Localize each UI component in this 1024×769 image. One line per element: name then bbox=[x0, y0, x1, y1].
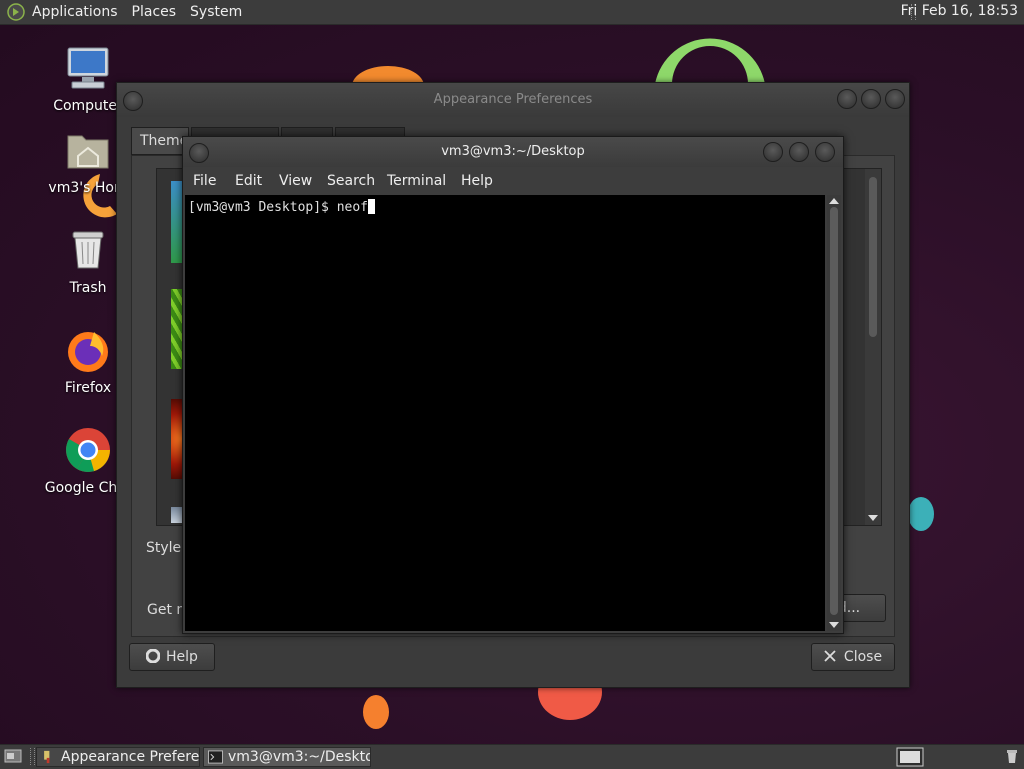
text-cursor bbox=[368, 199, 376, 214]
clock[interactable]: Fri Feb 16, 18:53 bbox=[901, 3, 1018, 19]
close-button-label: Close bbox=[843, 649, 883, 665]
gnome-foot-icon[interactable] bbox=[6, 2, 26, 22]
places-menu[interactable]: Places bbox=[132, 4, 177, 20]
taskbar-appearance-preferences[interactable]: Appearance Prefere... bbox=[36, 747, 200, 767]
scroll-down-arrow-icon[interactable] bbox=[829, 622, 839, 628]
menu-file[interactable]: File bbox=[193, 173, 216, 189]
computer-icon bbox=[67, 47, 109, 89]
bottom-panel: Appearance Prefere... vm3@vm3:~/Desktop bbox=[0, 744, 1024, 769]
task-label: vm3@vm3:~/Desktop bbox=[228, 749, 371, 765]
minimize-button[interactable] bbox=[763, 142, 783, 162]
menu-edit[interactable]: Edit bbox=[235, 173, 262, 189]
menu-view[interactable]: View bbox=[279, 173, 312, 189]
close-x-icon bbox=[824, 650, 836, 662]
terminal-titlebar[interactable]: vm3@vm3:~/Desktop bbox=[183, 137, 843, 167]
appearance-app-icon bbox=[44, 750, 50, 764]
terminal-menubar: File Edit View Search Terminal Help bbox=[183, 167, 843, 195]
taskbar-terminal[interactable]: vm3@vm3:~/Desktop bbox=[203, 747, 371, 767]
maximize-button[interactable] bbox=[861, 89, 881, 109]
appearance-titlebar[interactable]: Appearance Preferences bbox=[117, 83, 909, 117]
trash-applet-icon[interactable] bbox=[1004, 748, 1020, 764]
firefox-icon bbox=[68, 332, 108, 372]
terminal-scrollbar[interactable] bbox=[827, 195, 841, 631]
appearance-title: Appearance Preferences bbox=[433, 92, 593, 107]
top-panel: Applications Places System Fri Feb 16, 1… bbox=[0, 0, 1024, 25]
menu-help[interactable]: Help bbox=[461, 173, 493, 189]
close-window-button[interactable] bbox=[885, 89, 905, 109]
home-folder-icon bbox=[67, 135, 109, 169]
workspace-switcher-icon[interactable] bbox=[896, 747, 924, 767]
wallpaper-list-scrollbar[interactable] bbox=[865, 169, 881, 525]
system-menu[interactable]: System bbox=[190, 4, 242, 20]
close-button[interactable]: Close bbox=[811, 643, 895, 671]
chrome-icon bbox=[66, 428, 110, 472]
panel-separator bbox=[30, 748, 35, 765]
help-button-label: Help bbox=[166, 649, 198, 665]
menu-terminal[interactable]: Terminal bbox=[387, 173, 446, 189]
style-label: Style: bbox=[146, 540, 186, 556]
scroll-up-arrow-icon[interactable] bbox=[829, 198, 839, 204]
task-label: Appearance Prefere... bbox=[61, 749, 200, 765]
close-window-button[interactable] bbox=[815, 142, 835, 162]
prompt-text: [vm3@vm3 Desktop]$ neof bbox=[188, 200, 369, 215]
help-lifebuoy-icon bbox=[145, 648, 161, 664]
terminal-prompt-line: [vm3@vm3 Desktop]$ neof bbox=[188, 199, 376, 215]
scrollbar-thumb[interactable] bbox=[830, 207, 838, 615]
terminal-title: vm3@vm3:~/Desktop bbox=[441, 144, 585, 159]
terminal-window: vm3@vm3:~/Desktop File Edit View Search … bbox=[182, 136, 844, 634]
applications-menu[interactable]: Applications bbox=[32, 4, 118, 20]
help-button[interactable]: Help bbox=[129, 643, 215, 671]
menu-search[interactable]: Search bbox=[327, 173, 375, 189]
scrollbar-thumb[interactable] bbox=[869, 177, 877, 337]
terminal-output[interactable]: [vm3@vm3 Desktop]$ neof bbox=[185, 195, 825, 631]
show-desktop-icon[interactable] bbox=[4, 748, 22, 764]
trash-icon bbox=[72, 231, 104, 269]
tab-theme[interactable]: Theme bbox=[131, 127, 189, 155]
scroll-down-arrow-icon[interactable] bbox=[868, 515, 878, 521]
minimize-button[interactable] bbox=[837, 89, 857, 109]
terminal-app-icon bbox=[208, 750, 223, 764]
maximize-button[interactable] bbox=[789, 142, 809, 162]
